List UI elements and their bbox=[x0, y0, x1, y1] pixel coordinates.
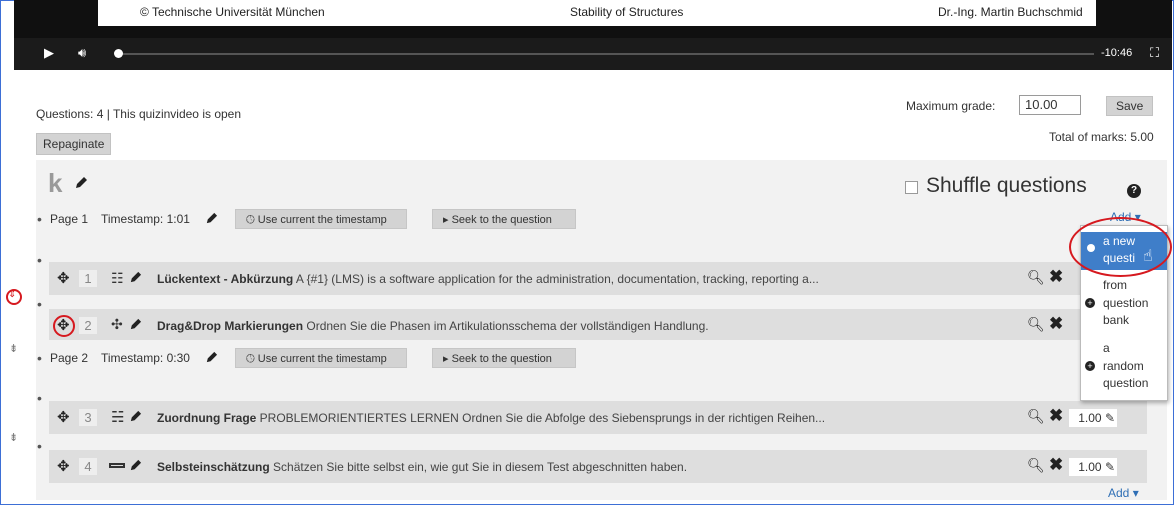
page-bullet: • bbox=[37, 350, 42, 366]
time-remaining: -10:46 bbox=[1101, 47, 1133, 59]
add-icon: + bbox=[1085, 361, 1095, 371]
quiz-status: Questions: 4 | This quizinvideo is open bbox=[36, 107, 242, 121]
delete-icon[interactable]: ✖ bbox=[1049, 267, 1063, 287]
question-number: 3 bbox=[79, 409, 97, 426]
question-number: 1 bbox=[79, 270, 97, 287]
add-random-question-option[interactable]: a + random question bbox=[1081, 341, 1167, 397]
page-2-label: Page 2 bbox=[50, 351, 89, 365]
slot-bullet: • bbox=[37, 252, 42, 268]
total-marks: Total of marks: 5.00 bbox=[1049, 130, 1154, 144]
edit-icon[interactable] bbox=[129, 410, 142, 423]
question-row: ✥ 1 ☷ Lückentext - Abkürzung A {#1} (LMS… bbox=[49, 262, 1147, 295]
repaginate-button[interactable]: Repaginate bbox=[36, 133, 112, 155]
question-mark[interactable]: 1.00 ✎ bbox=[1069, 409, 1117, 427]
question-text[interactable]: Selbsteinschätzung Schätzen Sie bitte se… bbox=[157, 460, 687, 474]
page-break-icon[interactable]: ⇕ bbox=[8, 289, 16, 300]
cloze-type-icon: ☷ bbox=[111, 270, 124, 286]
question-text[interactable]: Zuordnung Frage PROBLEMORIENTIERTES LERN… bbox=[157, 411, 825, 425]
search-icon[interactable]: 🔍︎ bbox=[1027, 316, 1045, 333]
search-icon[interactable]: 🔍︎ bbox=[1027, 457, 1045, 474]
section-heading: k bbox=[48, 168, 63, 198]
page-break-icon[interactable]: ⇟ bbox=[9, 342, 18, 355]
move-icon[interactable]: ✥ bbox=[57, 316, 70, 334]
seek-bar[interactable] bbox=[122, 53, 1094, 55]
edit-icon[interactable] bbox=[205, 212, 218, 225]
question-number: 2 bbox=[79, 317, 97, 334]
seek-question-button[interactable]: ▸ Seek to the question bbox=[432, 209, 576, 229]
page-1-timestamp: Timestamp: 1:01 bbox=[101, 212, 190, 226]
page-2-timestamp: Timestamp: 0:30 bbox=[101, 351, 190, 365]
shuffle-label: Shuffle questions bbox=[926, 174, 1087, 197]
add-menu-toggle[interactable]: Add ▾ bbox=[1108, 486, 1139, 500]
slide-footer: © Technische Universität München Stabili… bbox=[98, 0, 1096, 26]
add-from-bank-option[interactable]: from + question bank bbox=[1081, 278, 1167, 336]
slot-bullet: • bbox=[37, 296, 42, 312]
max-grade-label: Maximum grade: bbox=[906, 99, 996, 113]
edit-icon[interactable] bbox=[129, 271, 142, 284]
use-timestamp-button[interactable]: 🕓︎ Use current the timestamp bbox=[235, 209, 407, 229]
shuffle-checkbox[interactable] bbox=[905, 181, 918, 194]
delete-icon[interactable]: ✖ bbox=[1049, 406, 1063, 426]
question-row: ✥ 2 ✣ Drag&Drop Markierungen Ordnen Sie … bbox=[49, 309, 1147, 340]
footer-university: © Technische Universität München bbox=[140, 5, 325, 19]
question-row: ✥ 4 Selbsteinschätzung Schätzen Sie bitt… bbox=[49, 450, 1147, 483]
question-number: 4 bbox=[79, 458, 97, 475]
edit-icon[interactable] bbox=[129, 459, 142, 472]
drag-drop-type-icon: ✣ bbox=[111, 316, 123, 332]
page-bullet: • bbox=[37, 211, 42, 227]
seek-handle[interactable] bbox=[114, 49, 123, 58]
footer-author: Dr.-Ing. Martin Buchschmid bbox=[938, 5, 1083, 19]
matching-type-icon: ☵ bbox=[111, 409, 125, 426]
delete-icon[interactable]: ✖ bbox=[1049, 455, 1063, 475]
edit-icon[interactable] bbox=[129, 318, 142, 331]
page-1-label: Page 1 bbox=[50, 212, 89, 226]
highlight-circle bbox=[1069, 217, 1172, 277]
save-button[interactable]: Save bbox=[1106, 96, 1154, 116]
help-icon[interactable]: ? bbox=[1127, 184, 1141, 198]
footer-course: Stability of Structures bbox=[570, 5, 684, 19]
add-icon: + bbox=[1085, 298, 1095, 308]
question-text[interactable]: Drag&Drop Markierungen Ordnen Sie die Ph… bbox=[157, 319, 709, 333]
video-player[interactable]: © Technische Universität München Stabili… bbox=[14, 0, 1172, 70]
volume-icon[interactable]: 🔊︎ bbox=[78, 45, 86, 61]
move-icon[interactable]: ✥ bbox=[57, 269, 70, 287]
search-icon[interactable]: 🔍︎ bbox=[1027, 408, 1045, 425]
max-grade-input[interactable]: 10.00 bbox=[1019, 95, 1081, 115]
page-break-icon[interactable]: ⇟ bbox=[9, 431, 18, 444]
question-mark[interactable]: 1.00 ✎ bbox=[1069, 458, 1117, 476]
question-row: ✥ 3 ☵ Zuordnung Frage PROBLEMORIENTIERTE… bbox=[49, 401, 1147, 434]
question-text[interactable]: Lückentext - Abkürzung A {#1} (LMS) is a… bbox=[157, 272, 819, 286]
edit-icon[interactable] bbox=[74, 176, 88, 190]
seek-question-button[interactable]: ▸ Seek to the question bbox=[432, 348, 576, 368]
slot-bullet: • bbox=[37, 438, 42, 454]
delete-icon[interactable]: ✖ bbox=[1049, 314, 1063, 334]
move-icon[interactable]: ✥ bbox=[57, 457, 70, 475]
move-icon[interactable]: ✥ bbox=[57, 408, 70, 426]
essay-type-icon bbox=[109, 463, 125, 468]
video-controls: ▶ 🔊︎ -10:46 ⛶ bbox=[14, 38, 1172, 70]
fullscreen-icon[interactable]: ⛶ bbox=[1150, 45, 1159, 61]
play-icon[interactable]: ▶ bbox=[44, 45, 54, 61]
edit-icon[interactable] bbox=[205, 351, 218, 364]
search-icon[interactable]: 🔍︎ bbox=[1027, 269, 1045, 286]
use-timestamp-button[interactable]: 🕓︎ Use current the timestamp bbox=[235, 348, 407, 368]
slot-bullet: • bbox=[37, 390, 42, 406]
